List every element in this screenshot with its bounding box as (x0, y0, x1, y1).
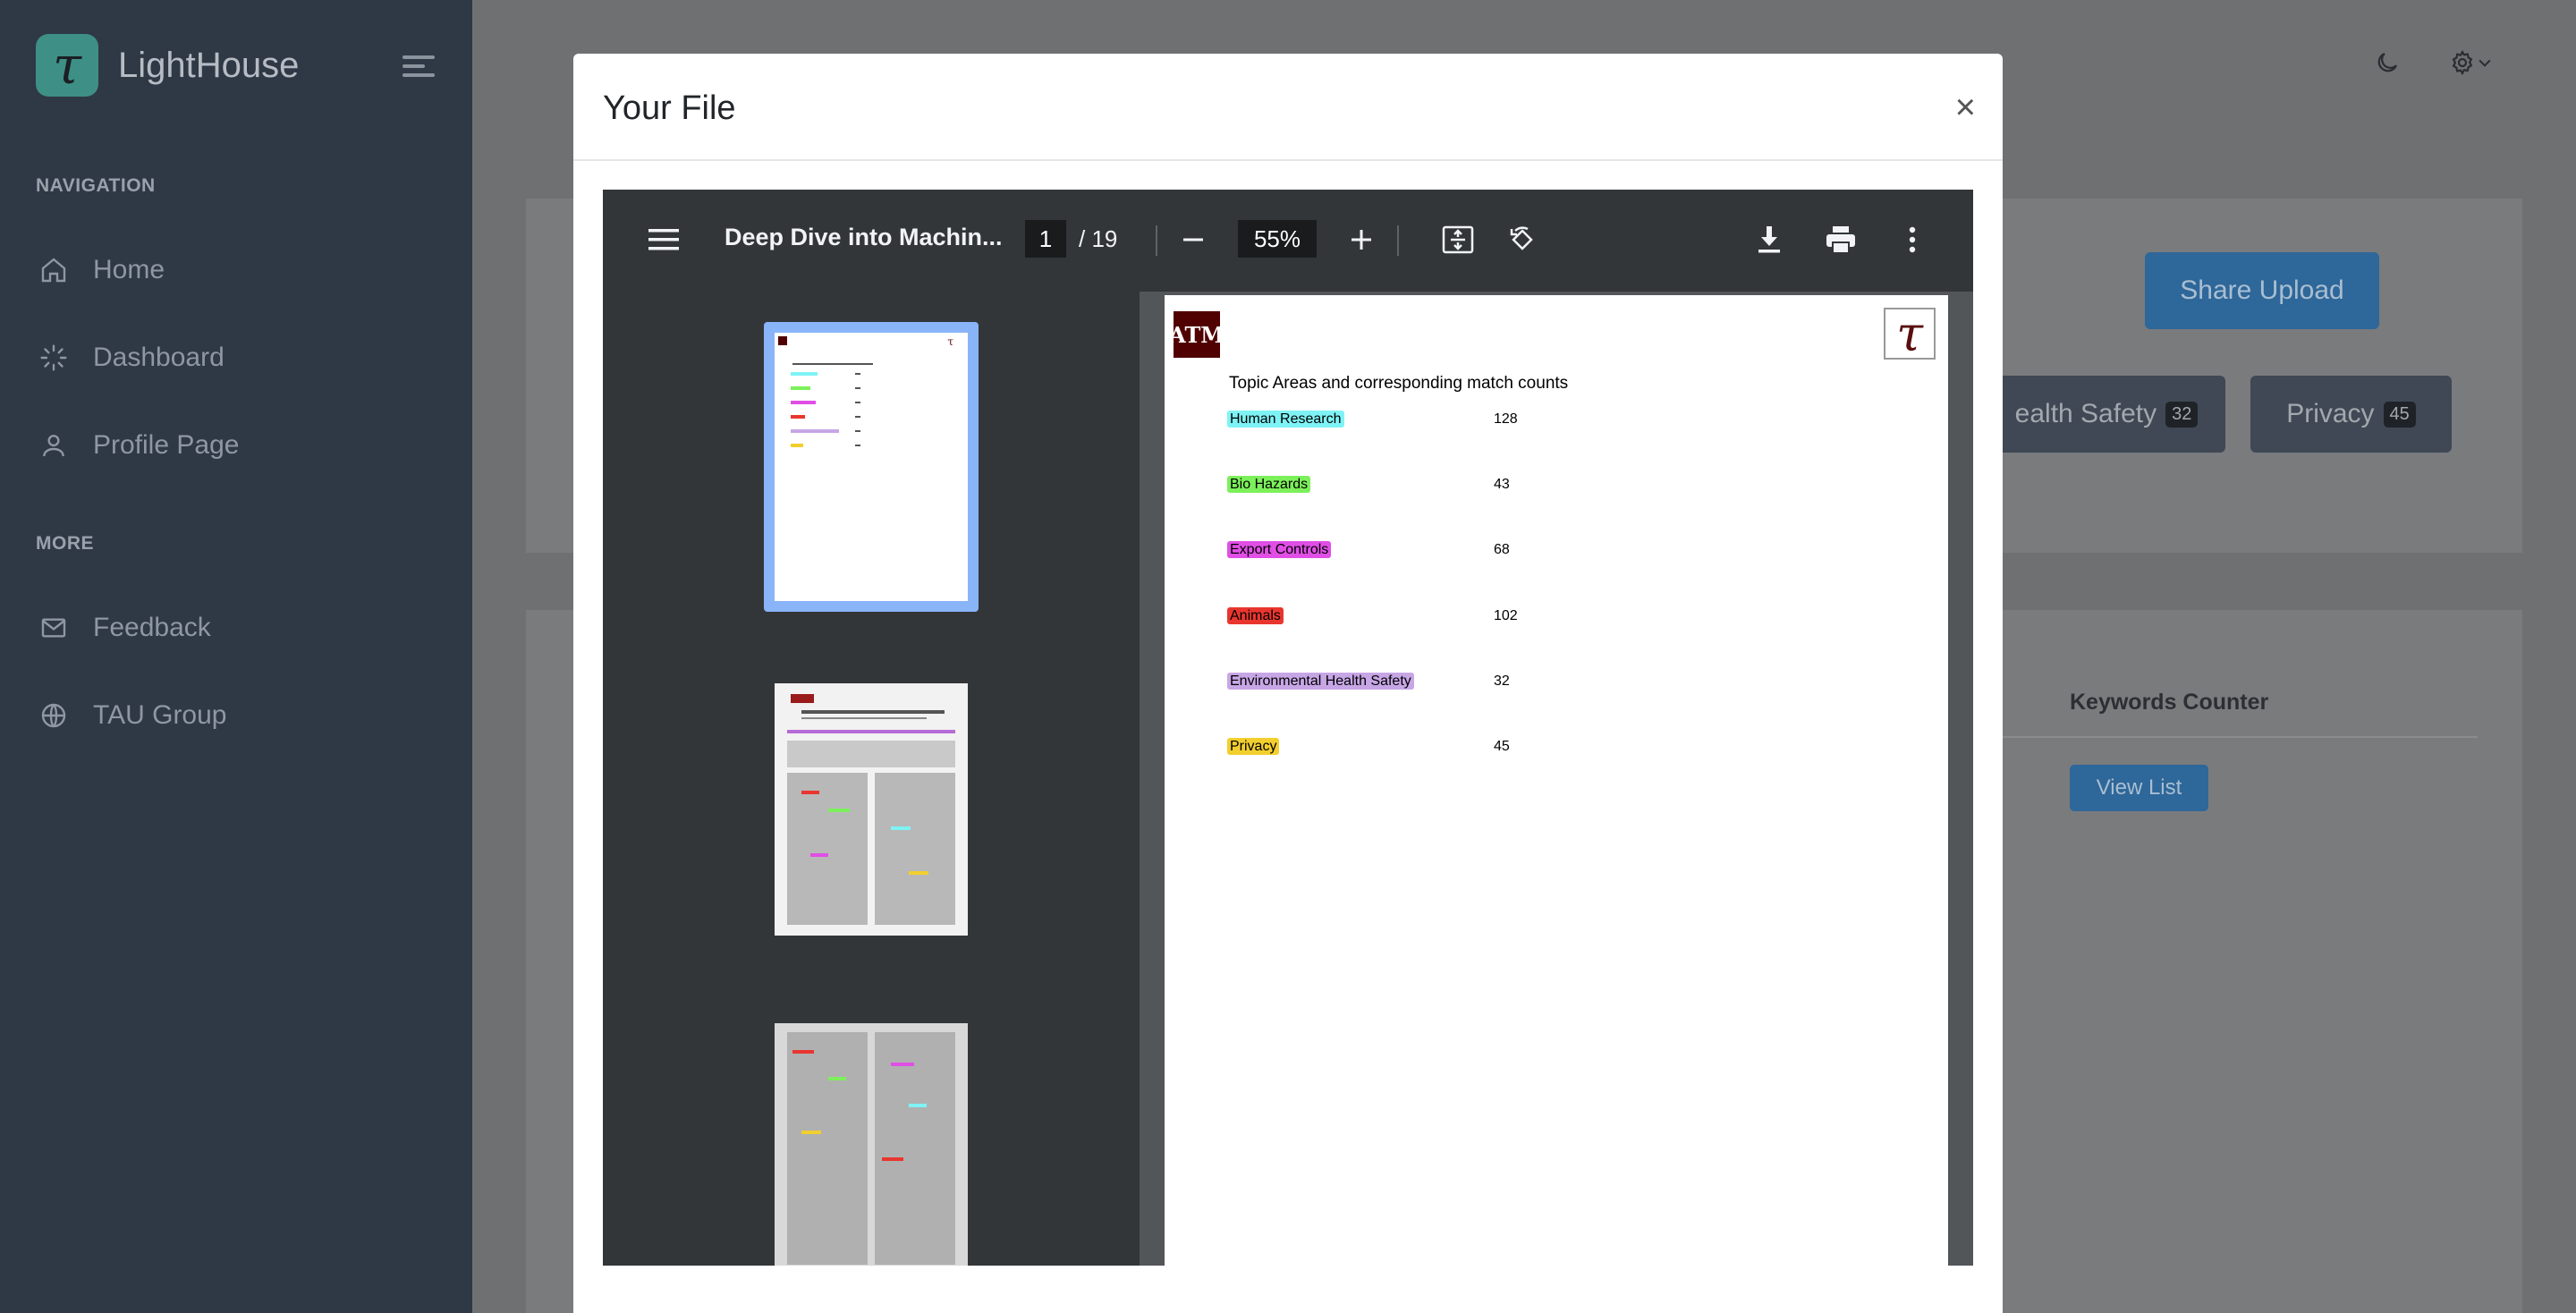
modal-title: Your File (603, 89, 736, 127)
topic-label: Environmental Health Safety (1227, 673, 1414, 690)
globe-icon (36, 698, 72, 733)
sidebar-item-label: TAU Group (93, 700, 227, 730)
page-number-input[interactable]: 1 (1025, 220, 1066, 258)
topic-chip-health-safety[interactable]: ealth Safety 32 (1987, 376, 2225, 453)
svg-text:τ: τ (947, 335, 953, 348)
pdf-heading: Topic Areas and corresponding match coun… (1229, 374, 1569, 393)
brand[interactable]: τ LightHouse (36, 34, 299, 97)
topic-count: 68 (1494, 542, 1510, 557)
brand-name: LightHouse (118, 45, 300, 85)
gear-icon (2449, 49, 2476, 80)
user-icon (36, 428, 72, 463)
tamu-logo: ATM (1169, 311, 1224, 358)
pdf-page: ATM τ Topic Areas and corresponding matc… (1165, 295, 1948, 1266)
view-list-button[interactable]: View List (2070, 765, 2208, 811)
chip-label: ealth Safety (2014, 399, 2157, 428)
topic-label: Animals (1227, 607, 1284, 624)
navigation-section-label: NAVIGATION (36, 175, 156, 196)
sidebar-item-label: Profile Page (93, 430, 240, 460)
topic-count: 43 (1494, 477, 1510, 492)
chip-count-badge: 45 (2383, 401, 2416, 428)
pdf-page-area[interactable]: ATM τ Topic Areas and corresponding matc… (1140, 292, 1973, 1266)
brand-logo-icon: τ (36, 34, 98, 97)
thumbnail-pane[interactable]: τ 1 (603, 292, 1140, 1266)
print-icon[interactable] (1821, 220, 1860, 259)
chip-count-badge: 32 (2165, 401, 2199, 428)
topic-row: Animals 102 (1227, 607, 1518, 624)
zoom-level-input[interactable]: 55% (1238, 220, 1317, 258)
thumbnail-page-3[interactable] (775, 1023, 968, 1266)
download-icon[interactable] (1750, 220, 1789, 259)
topic-row: Human Research 128 (1227, 411, 1518, 428)
chevron-down-icon (2476, 54, 2494, 76)
sidebar: τ LightHouse NAVIGATION Home Dashboard P… (0, 0, 472, 1313)
topic-row: Bio Hazards 43 (1227, 476, 1510, 493)
modal-header: Your File × (573, 54, 2003, 161)
file-modal: Your File × Deep Dive into Machin... 1 /… (573, 54, 2003, 1313)
sidebar-item-dashboard[interactable]: Dashboard (36, 340, 225, 376)
theme-toggle[interactable] (2374, 49, 2401, 80)
topic-label: Export Controls (1227, 541, 1332, 558)
pdf-toolbar: Deep Dive into Machin... 1 / 19 55% (603, 190, 1973, 292)
toolbar-divider (1397, 225, 1399, 256)
zoom-out-icon[interactable] (1174, 220, 1213, 259)
topic-count: 102 (1494, 608, 1518, 623)
thumbnail-page-2[interactable] (775, 683, 968, 936)
settings-menu[interactable] (2449, 49, 2494, 80)
dashboard-icon (36, 340, 72, 376)
topic-label: Privacy (1227, 738, 1280, 755)
fit-page-icon[interactable] (1438, 220, 1478, 259)
topic-label: Bio Hazards (1227, 476, 1311, 493)
topic-count: 128 (1494, 411, 1518, 427)
share-upload-button[interactable]: Share Upload (2145, 252, 2379, 329)
topic-row: Export Controls 68 (1227, 541, 1510, 558)
tau-logo: τ (1884, 306, 1936, 362)
sidebar-item-feedback[interactable]: Feedback (36, 610, 211, 646)
more-section-label: MORE (36, 533, 94, 554)
topic-row: Privacy 45 (1227, 738, 1510, 755)
toolbar-divider (1156, 225, 1157, 256)
rotate-icon[interactable] (1503, 220, 1542, 259)
sidebar-item-profile-page[interactable]: Profile Page (36, 428, 239, 463)
sidebar-item-home[interactable]: Home (36, 252, 165, 288)
moon-icon (2374, 49, 2401, 80)
sidebar-toggle-icon[interactable] (402, 55, 435, 79)
sidebar-item-label: Dashboard (93, 343, 225, 372)
pdf-viewer: Deep Dive into Machin... 1 / 19 55% τ AT… (603, 190, 1973, 1266)
menu-icon[interactable] (644, 220, 683, 259)
thumbnail-page-1[interactable]: τ (775, 333, 968, 601)
more-options-icon[interactable] (1893, 220, 1932, 259)
sidebar-item-tau-group[interactable]: TAU Group (36, 698, 227, 733)
zoom-in-icon[interactable] (1342, 220, 1381, 259)
close-icon[interactable]: × (1955, 88, 1976, 128)
sidebar-item-label: Feedback (93, 613, 211, 642)
page-total: / 19 (1079, 225, 1118, 252)
topic-count: 32 (1494, 673, 1510, 689)
keywords-counter-header: Keywords Counter (2070, 690, 2269, 715)
mail-icon (36, 610, 72, 646)
topic-row: Environmental Health Safety 32 (1227, 673, 1510, 690)
table-header: Keywords Counter (1959, 666, 2478, 738)
topic-count: 45 (1494, 739, 1510, 754)
topic-label: Human Research (1227, 411, 1344, 428)
document-title: Deep Dive into Machin... (724, 224, 1003, 250)
chip-label: Privacy (2286, 399, 2375, 428)
home-icon (36, 252, 72, 288)
sidebar-item-label: Home (93, 255, 165, 284)
topic-chip-privacy[interactable]: Privacy 45 (2250, 376, 2452, 453)
